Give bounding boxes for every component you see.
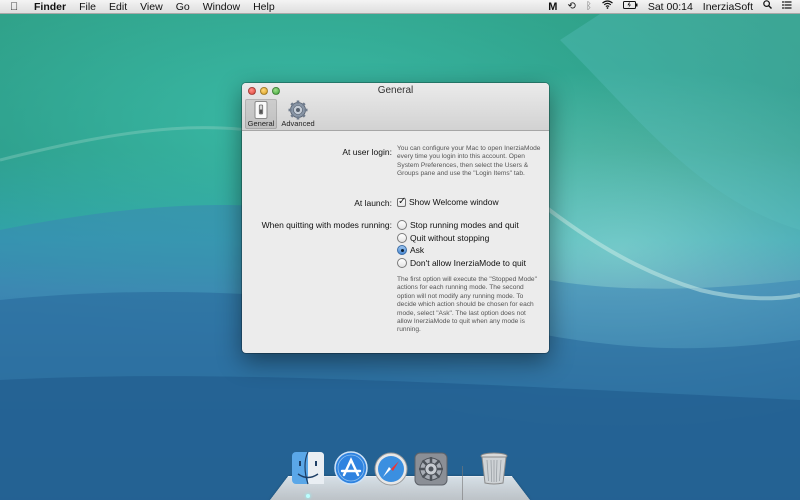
radio-dont-allow-quit[interactable]: Don't allow InerziaMode to quit xyxy=(397,257,526,269)
toolbar-advanced-tab[interactable]: Advanced xyxy=(279,99,317,129)
menu-bar:  Finder File Edit View Go Window Help M… xyxy=(0,0,800,14)
toolbar-general-tab[interactable]: General xyxy=(245,99,277,129)
gear-icon xyxy=(288,100,308,120)
radio-button[interactable] xyxy=(397,257,407,268)
inerziamode-status-icon[interactable]: M xyxy=(548,0,557,14)
login-label: At user login: xyxy=(342,147,392,157)
system-preferences-icon[interactable] xyxy=(413,451,449,487)
apple-menu-icon[interactable]:  xyxy=(10,0,22,14)
show-welcome-checkbox-row[interactable]: Show Welcome window xyxy=(397,196,499,207)
dock-separator xyxy=(462,466,463,500)
clock[interactable]: Sat 00:14 xyxy=(648,0,693,14)
switch-icon xyxy=(251,100,271,120)
toolbar-advanced-label: Advanced xyxy=(281,119,315,128)
battery-icon[interactable] xyxy=(622,0,638,14)
menu-view[interactable]: View xyxy=(140,0,163,14)
radio-button[interactable] xyxy=(397,232,407,243)
radio-button-selected[interactable] xyxy=(397,245,407,255)
menu-edit[interactable]: Edit xyxy=(109,0,127,14)
quitting-label: When quitting with modes running: xyxy=(261,220,392,230)
menu-window[interactable]: Window xyxy=(203,0,240,14)
menu-file[interactable]: File xyxy=(79,0,96,14)
radio-ask[interactable]: Ask xyxy=(397,244,424,256)
show-welcome-label: Show Welcome window xyxy=(409,197,499,207)
launch-label: At launch: xyxy=(354,198,392,208)
radio-label: Ask xyxy=(410,245,425,255)
radio-label: Don't allow InerziaMode to quit xyxy=(410,257,526,268)
show-welcome-checkbox[interactable] xyxy=(397,196,406,207)
toolbar-general-label: General xyxy=(247,119,275,128)
app-store-icon[interactable] xyxy=(333,450,369,486)
general-pane: At user login: You can configure your Ma… xyxy=(242,131,549,353)
notification-center-icon[interactable] xyxy=(782,0,792,14)
window-titlebar[interactable]: General General Advanced xyxy=(242,83,549,131)
radio-label: Stop running modes and quit xyxy=(410,220,519,230)
status-area: M ⟲ ᛒ Sat 00:14 InerziaSoft xyxy=(538,0,800,14)
safari-icon[interactable] xyxy=(373,451,409,487)
trash-icon[interactable] xyxy=(476,450,512,486)
quit-help-text: The first option will execute the "Stopp… xyxy=(397,276,537,334)
finder-running-indicator xyxy=(306,494,310,498)
finder-icon[interactable] xyxy=(290,450,326,486)
wifi-icon[interactable] xyxy=(601,0,613,14)
user-name[interactable]: InerziaSoft xyxy=(703,0,753,14)
time-machine-icon[interactable]: ⟲ xyxy=(567,0,575,14)
spotlight-search-icon[interactable] xyxy=(763,0,772,14)
radio-label: Quit without stopping xyxy=(410,232,490,243)
bluetooth-icon[interactable]: ᛒ xyxy=(586,0,592,14)
radio-stop-and-quit[interactable]: Stop running modes and quit xyxy=(397,219,519,231)
login-help-text: You can configure your Mac to open Inerz… xyxy=(397,145,541,178)
preferences-window: General General Advanced At user login: … xyxy=(242,83,549,353)
radio-quit-without-stopping[interactable]: Quit without stopping xyxy=(397,232,489,244)
radio-button[interactable] xyxy=(397,220,407,230)
menu-go[interactable]: Go xyxy=(176,0,190,14)
window-title: General xyxy=(377,85,414,96)
menu-help[interactable]: Help xyxy=(253,0,275,14)
menu-app-name[interactable]: Finder xyxy=(34,0,66,14)
